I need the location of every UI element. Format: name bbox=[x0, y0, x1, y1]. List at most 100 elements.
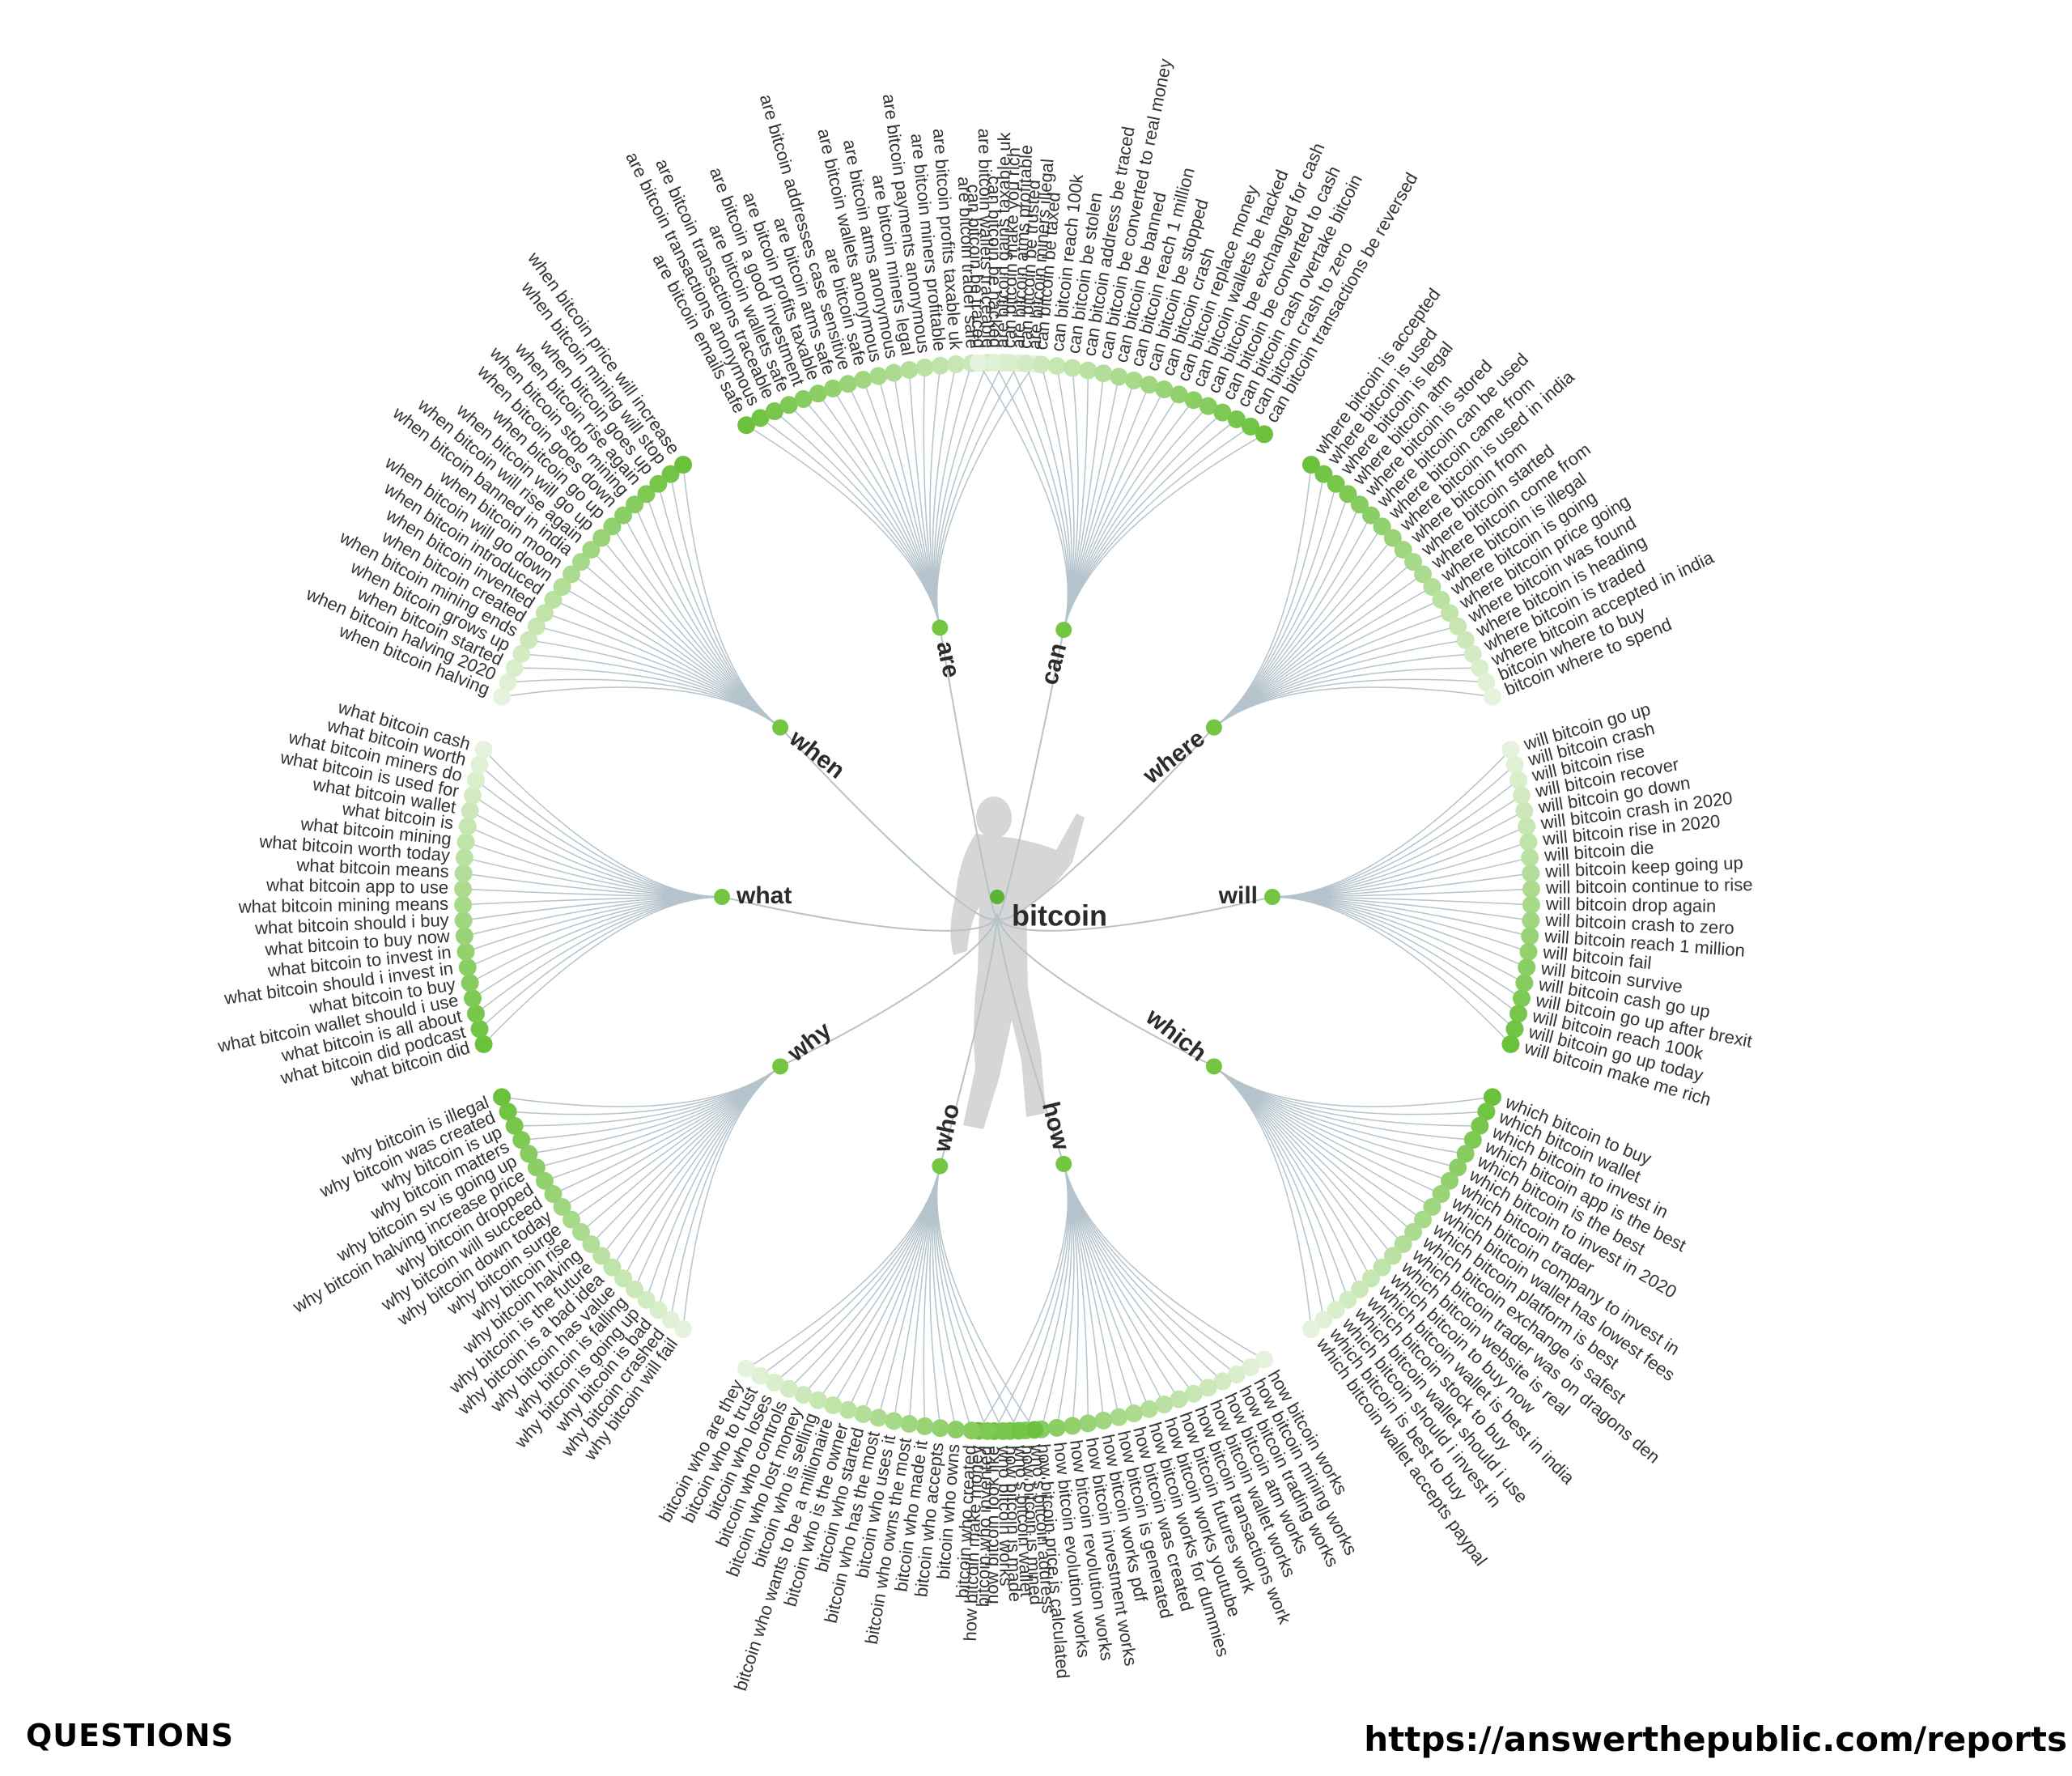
leaf-dot[interactable] bbox=[493, 1088, 512, 1107]
leaf-dot[interactable] bbox=[1512, 989, 1531, 1008]
leaf-dot[interactable] bbox=[1522, 911, 1540, 930]
leaf-dot[interactable] bbox=[1521, 927, 1539, 945]
branch-node-how[interactable] bbox=[1055, 1155, 1072, 1172]
leaf-dot[interactable] bbox=[474, 741, 493, 759]
leaf-dot[interactable] bbox=[464, 989, 482, 1008]
leaf-dot[interactable] bbox=[1047, 357, 1066, 376]
leaf-dot[interactable] bbox=[1009, 1421, 1028, 1440]
leaf-dot[interactable] bbox=[885, 1412, 903, 1430]
leaf-dot[interactable] bbox=[674, 456, 693, 474]
leaf-dot[interactable] bbox=[962, 1421, 981, 1440]
leaf-dot[interactable] bbox=[466, 1005, 485, 1023]
leaf-dot[interactable] bbox=[985, 354, 1004, 372]
leaf-dot[interactable] bbox=[900, 361, 919, 380]
branch-node-which[interactable] bbox=[1205, 1058, 1222, 1075]
leaf-dot[interactable] bbox=[1519, 942, 1538, 961]
leaf-dot[interactable] bbox=[1505, 1020, 1524, 1039]
leaf-dot[interactable] bbox=[978, 1421, 996, 1440]
leaf-dot[interactable] bbox=[947, 1421, 966, 1439]
leaf-dot[interactable] bbox=[1110, 1408, 1128, 1426]
branch-node-where[interactable] bbox=[1205, 719, 1222, 736]
leaf-dot[interactable] bbox=[466, 771, 485, 789]
leaf-dot[interactable] bbox=[885, 363, 903, 382]
leaf-dot[interactable] bbox=[458, 817, 477, 835]
root-node[interactable] bbox=[990, 890, 1004, 904]
leaf-dot[interactable] bbox=[1032, 355, 1051, 374]
leaf-dot[interactable] bbox=[1522, 880, 1540, 899]
leaf-dot[interactable] bbox=[470, 755, 489, 774]
leaf-dot[interactable] bbox=[1501, 1035, 1520, 1053]
leaf-dot[interactable] bbox=[931, 356, 949, 375]
leaf-dot[interactable] bbox=[1518, 817, 1536, 835]
leaf-dot[interactable] bbox=[854, 371, 873, 389]
leaf-dot[interactable] bbox=[737, 1359, 756, 1378]
leaf-dot[interactable] bbox=[915, 359, 934, 377]
branch-node-when[interactable] bbox=[772, 719, 789, 736]
leaf-dot[interactable] bbox=[839, 375, 857, 393]
leaf-dot[interactable] bbox=[1505, 755, 1524, 774]
leaf-dot[interactable] bbox=[461, 801, 479, 820]
question-label[interactable]: who bitcoin works bbox=[995, 1445, 1017, 1587]
leaf-dot[interactable] bbox=[854, 1404, 873, 1423]
leaf-dot[interactable] bbox=[947, 355, 966, 373]
leaf-dot[interactable] bbox=[1017, 354, 1035, 372]
leaf-dot[interactable] bbox=[1522, 864, 1540, 882]
leaf-dot[interactable] bbox=[1110, 368, 1128, 386]
leaf-dot[interactable] bbox=[1094, 1411, 1113, 1430]
leaf-dot[interactable] bbox=[1000, 354, 1019, 372]
leaf-dot[interactable] bbox=[454, 895, 473, 914]
leaf-dot[interactable] bbox=[1140, 1400, 1158, 1418]
leaf-dot[interactable] bbox=[1518, 958, 1536, 977]
leaf-dot[interactable] bbox=[1301, 1319, 1320, 1338]
branch-node-are[interactable] bbox=[932, 619, 949, 636]
leaf-dot[interactable] bbox=[1522, 895, 1540, 914]
leaf-dot[interactable] bbox=[454, 880, 473, 899]
leaf-dot[interactable] bbox=[994, 1421, 1013, 1440]
leaf-dot[interactable] bbox=[458, 958, 477, 977]
leaf-dot[interactable] bbox=[456, 833, 475, 852]
leaf-dot[interactable] bbox=[456, 942, 475, 961]
leaf-dot[interactable] bbox=[1501, 741, 1520, 759]
leaf-dot[interactable] bbox=[839, 1400, 857, 1419]
leaf-dot[interactable] bbox=[1509, 771, 1528, 789]
leaf-dot[interactable] bbox=[1512, 786, 1531, 805]
leaf-dot[interactable] bbox=[1064, 359, 1082, 377]
leaf-dot[interactable] bbox=[455, 927, 473, 945]
leaf-dot[interactable] bbox=[1125, 372, 1144, 390]
leaf-link bbox=[1272, 780, 1519, 898]
leaf-dot[interactable] bbox=[1025, 1421, 1044, 1439]
leaf-dot[interactable] bbox=[1509, 1005, 1528, 1023]
leaf-dot[interactable] bbox=[824, 379, 843, 397]
leaf-dot[interactable] bbox=[1079, 361, 1098, 380]
leaf-dot[interactable] bbox=[461, 974, 479, 992]
leaf-dot[interactable] bbox=[464, 786, 482, 805]
branch-node-what[interactable] bbox=[714, 889, 730, 905]
branch-node-who[interactable] bbox=[932, 1158, 949, 1175]
leaf-dot[interactable] bbox=[1515, 974, 1534, 992]
leaf-dot[interactable] bbox=[1079, 1414, 1098, 1433]
source-url[interactable]: https://answerthepublic.com/reports bbox=[1364, 1719, 2067, 1759]
leaf-dot[interactable] bbox=[931, 1419, 949, 1438]
leaf-dot[interactable] bbox=[1125, 1404, 1144, 1422]
leaf-dot[interactable] bbox=[454, 911, 473, 930]
leaf-dot[interactable] bbox=[915, 1417, 934, 1435]
leaf-dot[interactable] bbox=[455, 848, 473, 867]
leaf-dot[interactable] bbox=[1483, 687, 1501, 706]
leaf-dot[interactable] bbox=[470, 1020, 489, 1039]
leaf-dot[interactable] bbox=[969, 354, 987, 372]
leaf-dot[interactable] bbox=[1094, 364, 1113, 383]
leaf-dot[interactable] bbox=[900, 1414, 919, 1433]
leaf-dot[interactable] bbox=[1255, 425, 1273, 444]
branch-node-will[interactable] bbox=[1264, 889, 1280, 905]
leaf-dot[interactable] bbox=[1521, 848, 1539, 867]
leaf-dot[interactable] bbox=[1064, 1417, 1082, 1435]
leaf-dot[interactable] bbox=[869, 367, 888, 385]
leaf-dot[interactable] bbox=[474, 1035, 493, 1053]
leaf-dot[interactable] bbox=[454, 864, 473, 882]
leaf-dot[interactable] bbox=[869, 1408, 888, 1427]
branch-node-why[interactable] bbox=[772, 1058, 789, 1075]
leaf-dot[interactable] bbox=[1515, 801, 1534, 820]
leaf-dot[interactable] bbox=[1047, 1418, 1066, 1437]
branch-node-can[interactable] bbox=[1055, 622, 1072, 639]
leaf-dot[interactable] bbox=[1519, 833, 1538, 852]
